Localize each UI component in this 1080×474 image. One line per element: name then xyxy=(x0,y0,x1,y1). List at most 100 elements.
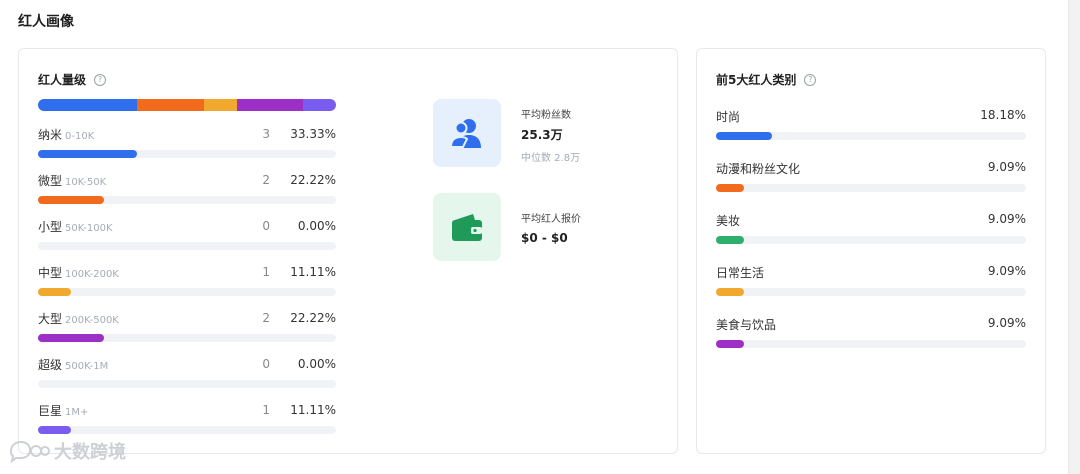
tier-row: 大型 200K-500K 2 22.22% xyxy=(38,310,336,350)
tier-label: 纳米 xyxy=(38,128,63,142)
tier-range: 50K-100K xyxy=(65,223,113,234)
median-followers: 中位数 2.8万 xyxy=(521,153,581,164)
help-icon[interactable]: ? xyxy=(804,73,817,86)
watermark-text: 大数跨境 xyxy=(54,442,126,463)
tier-progress-track xyxy=(38,380,336,388)
category-progress-fill xyxy=(716,132,773,140)
tier-count: 1 xyxy=(262,403,270,417)
tiers-card-title: 红人量级 xyxy=(38,73,87,87)
scrollbar[interactable] xyxy=(1068,0,1080,474)
tier-label: 超级 xyxy=(38,358,63,372)
tier-progress-track xyxy=(38,196,336,204)
tier-label: 大型 xyxy=(38,312,63,326)
category-progress-track xyxy=(716,236,1026,244)
watermark: 大数跨境 xyxy=(8,438,126,464)
tier-count: 3 xyxy=(262,127,270,141)
stack-segment xyxy=(236,99,303,111)
tier-label: 微型 xyxy=(38,174,63,188)
category-name: 时尚 xyxy=(716,110,741,124)
category-percent: 9.09% xyxy=(987,160,1026,174)
wallet-icon xyxy=(433,193,501,261)
tier-progress-track xyxy=(38,334,336,342)
page-title: 红人画像 xyxy=(18,14,74,30)
tier-progress-fill xyxy=(38,426,72,434)
help-icon[interactable]: ? xyxy=(94,73,107,86)
category-row: 日常生活 9.09% xyxy=(716,264,1026,304)
avg-price-label: 平均红人报价 xyxy=(521,214,581,225)
tier-row: 巨星 1M+ 1 11.11% xyxy=(38,402,336,442)
tier-name: 纳米 0-10K xyxy=(38,126,94,143)
stack-segment xyxy=(203,99,237,111)
tier-count: 0 xyxy=(262,357,270,371)
tier-row: 微型 10K-50K 2 22.22% xyxy=(38,172,336,212)
tier-range: 1M+ xyxy=(65,407,89,418)
tier-range: 500K-1M xyxy=(65,361,109,372)
tier-percent: 11.11% xyxy=(290,265,336,279)
category-progress-fill xyxy=(716,340,745,348)
category-percent: 9.09% xyxy=(987,212,1026,226)
tier-row: 纳米 0-10K 3 33.33% xyxy=(38,126,336,166)
tier-name: 中型 100K-200K xyxy=(38,264,119,281)
tier-label: 巨星 xyxy=(38,404,63,418)
tier-count: 2 xyxy=(262,173,270,187)
tier-progress-track xyxy=(38,150,336,158)
users-icon xyxy=(433,99,501,167)
stack-segment xyxy=(38,99,138,111)
category-name: 美妆 xyxy=(716,214,741,228)
tier-count: 0 xyxy=(262,219,270,233)
tier-range: 0-10K xyxy=(65,131,95,142)
category-progress-track xyxy=(716,132,1026,140)
tier-progress-fill xyxy=(38,334,105,342)
tier-name: 大型 200K-500K xyxy=(38,310,119,327)
tier-count: 2 xyxy=(262,311,270,325)
chat-bubble-icon xyxy=(9,440,50,463)
tier-percent: 22.22% xyxy=(290,311,336,325)
avg-price-value: $0 - $0 xyxy=(521,231,568,245)
tier-progress-track xyxy=(38,288,336,296)
category-progress-track xyxy=(716,288,1026,296)
tier-range: 10K-50K xyxy=(65,177,107,188)
categories-card: 前5大红人类别 ? 时尚 18.18% 动漫和粉丝文化 9.09% 美妆 9.09% 日常生… xyxy=(696,48,1046,454)
category-progress-track xyxy=(716,340,1026,348)
tier-count: 1 xyxy=(262,265,270,279)
tier-percent: 22.22% xyxy=(290,173,336,187)
category-percent: 9.09% xyxy=(987,264,1026,278)
category-row: 美食与饮品 9.09% xyxy=(716,316,1026,356)
tier-stacked-bar xyxy=(38,99,336,111)
tier-label: 中型 xyxy=(38,266,63,280)
stack-segment xyxy=(137,99,204,111)
avg-followers-label: 平均粉丝数 xyxy=(521,110,571,121)
category-name: 美食与饮品 xyxy=(716,318,777,332)
tier-row: 小型 50K-100K 0 0.00% xyxy=(38,218,336,258)
tiers-card: 红人量级 ? 纳米 0-10K 3 33.33% 微型 10K-50K 2 22.22% 小型 5… xyxy=(18,48,678,454)
stack-segment xyxy=(302,99,336,111)
tier-percent: 0.00% xyxy=(297,219,336,233)
category-progress-fill xyxy=(716,288,745,296)
tier-name: 巨星 1M+ xyxy=(38,402,88,419)
tier-progress-track xyxy=(38,242,336,250)
tier-range: 100K-200K xyxy=(65,269,119,280)
categories-card-title: 前5大红人类别 xyxy=(716,73,797,87)
tier-percent: 33.33% xyxy=(290,127,336,141)
category-progress-fill xyxy=(716,184,745,192)
tier-percent: 11.11% xyxy=(290,403,336,417)
category-progress-fill xyxy=(716,236,745,244)
tiers-card-header: 红人量级 ? xyxy=(38,71,107,88)
tier-row: 中型 100K-200K 1 11.11% xyxy=(38,264,336,304)
category-row: 动漫和粉丝文化 9.09% xyxy=(716,160,1026,200)
tier-name: 微型 10K-50K xyxy=(38,172,106,189)
tier-name: 超级 500K-1M xyxy=(38,356,108,373)
category-percent: 9.09% xyxy=(987,316,1026,330)
tier-progress-track xyxy=(38,426,336,434)
avg-followers-value: 25.3万 xyxy=(521,128,563,142)
tier-percent: 0.00% xyxy=(297,357,336,371)
category-row: 美妆 9.09% xyxy=(716,212,1026,252)
category-row: 时尚 18.18% xyxy=(716,108,1026,148)
tier-label: 小型 xyxy=(38,220,63,234)
category-name: 日常生活 xyxy=(716,266,765,280)
tier-progress-fill xyxy=(38,288,72,296)
tier-range: 200K-500K xyxy=(65,315,119,326)
category-progress-track xyxy=(716,184,1026,192)
tier-progress-fill xyxy=(38,150,138,158)
category-percent: 18.18% xyxy=(980,108,1026,122)
